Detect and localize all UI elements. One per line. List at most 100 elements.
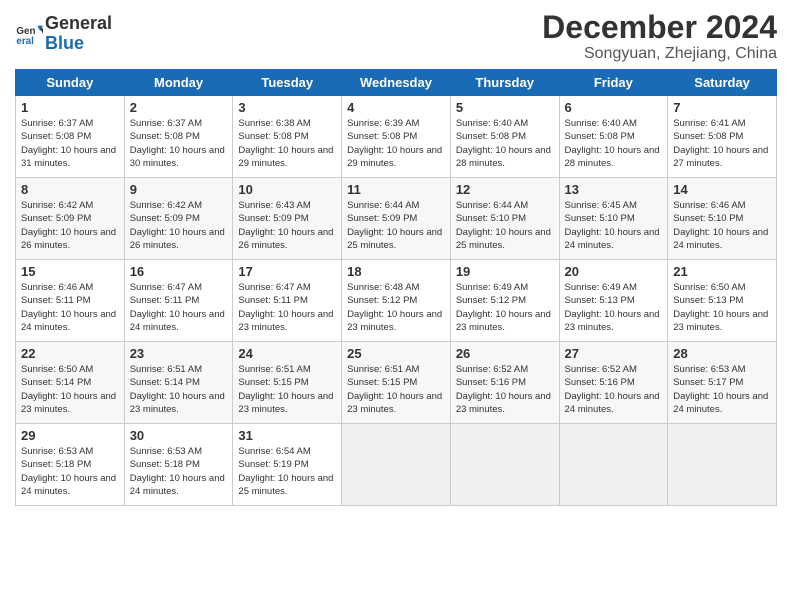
day-info: Sunrise: 6:39 AMSunset: 5:08 PMDaylight:… — [347, 117, 445, 170]
calendar-day: 1 Sunrise: 6:37 AMSunset: 5:08 PMDaylight… — [16, 96, 125, 178]
day-number: 19 — [456, 264, 554, 279]
day-number: 13 — [565, 182, 663, 197]
day-number: 20 — [565, 264, 663, 279]
calendar-day — [342, 424, 451, 506]
location: Songyuan, Zhejiang, China — [542, 45, 777, 63]
day-number: 18 — [347, 264, 445, 279]
day-info: Sunrise: 6:51 AMSunset: 5:14 PMDaylight:… — [130, 363, 228, 416]
day-info: Sunrise: 6:49 AMSunset: 5:13 PMDaylight:… — [565, 281, 663, 334]
calendar-week-5: 29 Sunrise: 6:53 AMSunset: 5:18 PMDayligh… — [16, 424, 777, 506]
day-info: Sunrise: 6:37 AMSunset: 5:08 PMDaylight:… — [21, 117, 119, 170]
day-info: Sunrise: 6:46 AMSunset: 5:11 PMDaylight:… — [21, 281, 119, 334]
col-wednesday: Wednesday — [342, 70, 451, 96]
calendar-day: 8 Sunrise: 6:42 AMSunset: 5:09 PMDaylight… — [16, 178, 125, 260]
day-info: Sunrise: 6:42 AMSunset: 5:09 PMDaylight:… — [130, 199, 228, 252]
calendar-week-3: 15 Sunrise: 6:46 AMSunset: 5:11 PMDayligh… — [16, 260, 777, 342]
calendar-day: 10 Sunrise: 6:43 AMSunset: 5:09 PMDayligh… — [233, 178, 342, 260]
day-number: 22 — [21, 346, 119, 361]
day-info: Sunrise: 6:37 AMSunset: 5:08 PMDaylight:… — [130, 117, 228, 170]
day-number: 14 — [673, 182, 771, 197]
calendar-day: 15 Sunrise: 6:46 AMSunset: 5:11 PMDayligh… — [16, 260, 125, 342]
header: Gen eral General Blue December 2024 Song… — [15, 10, 777, 63]
calendar-day: 26 Sunrise: 6:52 AMSunset: 5:16 PMDayligh… — [450, 342, 559, 424]
calendar-week-1: 1 Sunrise: 6:37 AMSunset: 5:08 PMDaylight… — [16, 96, 777, 178]
day-number: 15 — [21, 264, 119, 279]
calendar-day — [668, 424, 777, 506]
day-info: Sunrise: 6:42 AMSunset: 5:09 PMDaylight:… — [21, 199, 119, 252]
calendar-day: 28 Sunrise: 6:53 AMSunset: 5:17 PMDayligh… — [668, 342, 777, 424]
day-number: 3 — [238, 100, 336, 115]
day-info: Sunrise: 6:44 AMSunset: 5:10 PMDaylight:… — [456, 199, 554, 252]
calendar-day — [450, 424, 559, 506]
col-thursday: Thursday — [450, 70, 559, 96]
calendar-table: Sunday Monday Tuesday Wednesday Thursday… — [15, 69, 777, 506]
col-tuesday: Tuesday — [233, 70, 342, 96]
day-info: Sunrise: 6:53 AMSunset: 5:18 PMDaylight:… — [130, 445, 228, 498]
day-number: 25 — [347, 346, 445, 361]
day-info: Sunrise: 6:50 AMSunset: 5:14 PMDaylight:… — [21, 363, 119, 416]
day-info: Sunrise: 6:51 AMSunset: 5:15 PMDaylight:… — [347, 363, 445, 416]
calendar-day: 13 Sunrise: 6:45 AMSunset: 5:10 PMDayligh… — [559, 178, 668, 260]
calendar-day: 3 Sunrise: 6:38 AMSunset: 5:08 PMDaylight… — [233, 96, 342, 178]
day-number: 24 — [238, 346, 336, 361]
day-info: Sunrise: 6:51 AMSunset: 5:15 PMDaylight:… — [238, 363, 336, 416]
col-friday: Friday — [559, 70, 668, 96]
day-number: 4 — [347, 100, 445, 115]
day-number: 28 — [673, 346, 771, 361]
calendar-day: 21 Sunrise: 6:50 AMSunset: 5:13 PMDayligh… — [668, 260, 777, 342]
calendar-week-2: 8 Sunrise: 6:42 AMSunset: 5:09 PMDaylight… — [16, 178, 777, 260]
day-number: 29 — [21, 428, 119, 443]
day-number: 11 — [347, 182, 445, 197]
day-number: 30 — [130, 428, 228, 443]
day-number: 8 — [21, 182, 119, 197]
day-info: Sunrise: 6:50 AMSunset: 5:13 PMDaylight:… — [673, 281, 771, 334]
day-number: 2 — [130, 100, 228, 115]
calendar-day: 16Sunrise: 6:47 AMSunset: 5:11 PMDayligh… — [124, 260, 233, 342]
day-info: Sunrise: 6:41 AMSunset: 5:08 PMDaylight:… — [673, 117, 771, 170]
calendar-day: 30 Sunrise: 6:53 AMSunset: 5:18 PMDayligh… — [124, 424, 233, 506]
day-number: 21 — [673, 264, 771, 279]
day-number: 16 — [130, 264, 228, 279]
day-number: 10 — [238, 182, 336, 197]
day-number: 26 — [456, 346, 554, 361]
logo-text-line2: Blue — [45, 34, 112, 54]
day-info: Sunrise: 6:46 AMSunset: 5:10 PMDaylight:… — [673, 199, 771, 252]
col-saturday: Saturday — [668, 70, 777, 96]
col-monday: Monday — [124, 70, 233, 96]
day-info: Sunrise: 6:40 AMSunset: 5:08 PMDaylight:… — [456, 117, 554, 170]
calendar-day: 18Sunrise: 6:48 AMSunset: 5:12 PMDayligh… — [342, 260, 451, 342]
day-number: 7 — [673, 100, 771, 115]
calendar-day: 5 Sunrise: 6:40 AMSunset: 5:08 PMDaylight… — [450, 96, 559, 178]
day-number: 1 — [21, 100, 119, 115]
day-number: 17 — [238, 264, 336, 279]
calendar-day: 2 Sunrise: 6:37 AMSunset: 5:08 PMDaylight… — [124, 96, 233, 178]
day-info: Sunrise: 6:40 AMSunset: 5:08 PMDaylight:… — [565, 117, 663, 170]
day-number: 12 — [456, 182, 554, 197]
calendar-day: 23 Sunrise: 6:51 AMSunset: 5:14 PMDayligh… — [124, 342, 233, 424]
day-info: Sunrise: 6:45 AMSunset: 5:10 PMDaylight:… — [565, 199, 663, 252]
logo: Gen eral General Blue — [15, 14, 112, 54]
day-info: Sunrise: 6:52 AMSunset: 5:16 PMDaylight:… — [456, 363, 554, 416]
day-number: 23 — [130, 346, 228, 361]
day-info: Sunrise: 6:38 AMSunset: 5:08 PMDaylight:… — [238, 117, 336, 170]
calendar-day: 6 Sunrise: 6:40 AMSunset: 5:08 PMDaylight… — [559, 96, 668, 178]
day-info: Sunrise: 6:47 AMSunset: 5:11 PMDaylight:… — [238, 281, 336, 334]
day-number: 6 — [565, 100, 663, 115]
day-number: 31 — [238, 428, 336, 443]
day-info: Sunrise: 6:43 AMSunset: 5:09 PMDaylight:… — [238, 199, 336, 252]
calendar-day: 7 Sunrise: 6:41 AMSunset: 5:08 PMDaylight… — [668, 96, 777, 178]
calendar-day: 22 Sunrise: 6:50 AMSunset: 5:14 PMDayligh… — [16, 342, 125, 424]
calendar-day: 12 Sunrise: 6:44 AMSunset: 5:10 PMDayligh… — [450, 178, 559, 260]
day-number: 5 — [456, 100, 554, 115]
calendar-day: 25 Sunrise: 6:51 AMSunset: 5:15 PMDayligh… — [342, 342, 451, 424]
day-info: Sunrise: 6:44 AMSunset: 5:09 PMDaylight:… — [347, 199, 445, 252]
calendar-day: 29Sunrise: 6:53 AMSunset: 5:18 PMDayligh… — [16, 424, 125, 506]
calendar-day: 4 Sunrise: 6:39 AMSunset: 5:08 PMDaylight… — [342, 96, 451, 178]
calendar-day: 27Sunrise: 6:52 AMSunset: 5:16 PMDayligh… — [559, 342, 668, 424]
day-info: Sunrise: 6:54 AMSunset: 5:19 PMDaylight:… — [238, 445, 336, 498]
svg-text:eral: eral — [16, 36, 34, 47]
day-info: Sunrise: 6:53 AMSunset: 5:17 PMDaylight:… — [673, 363, 771, 416]
calendar-day: 24 Sunrise: 6:51 AMSunset: 5:15 PMDayligh… — [233, 342, 342, 424]
title-block: December 2024 Songyuan, Zhejiang, China — [542, 10, 777, 63]
day-info: Sunrise: 6:49 AMSunset: 5:12 PMDaylight:… — [456, 281, 554, 334]
